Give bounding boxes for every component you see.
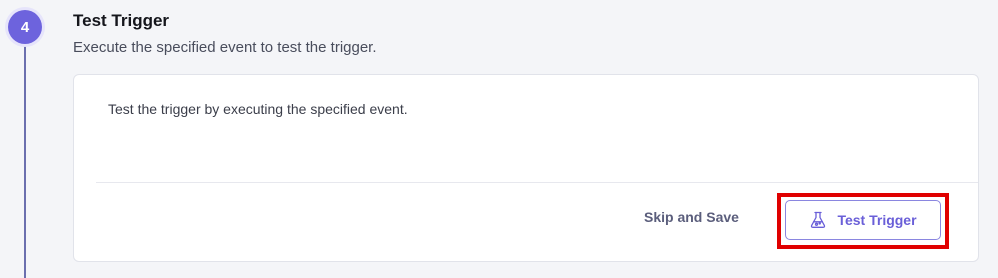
step-description: Execute the specified event to test the … [73, 39, 377, 56]
skip-and-save-button[interactable]: Skip and Save [644, 209, 739, 225]
test-trigger-card: Test the trigger by executing the specif… [73, 74, 979, 262]
card-divider [96, 182, 978, 183]
test-trigger-button-label: Test Trigger [837, 212, 917, 228]
test-trigger-button[interactable]: Test Trigger [785, 200, 941, 240]
step-connector-line [24, 40, 26, 278]
flask-icon [809, 211, 827, 229]
card-description: Test the trigger by executing the specif… [108, 101, 408, 117]
step-number-badge: 4 [8, 10, 42, 44]
step-title: Test Trigger [73, 11, 170, 30]
